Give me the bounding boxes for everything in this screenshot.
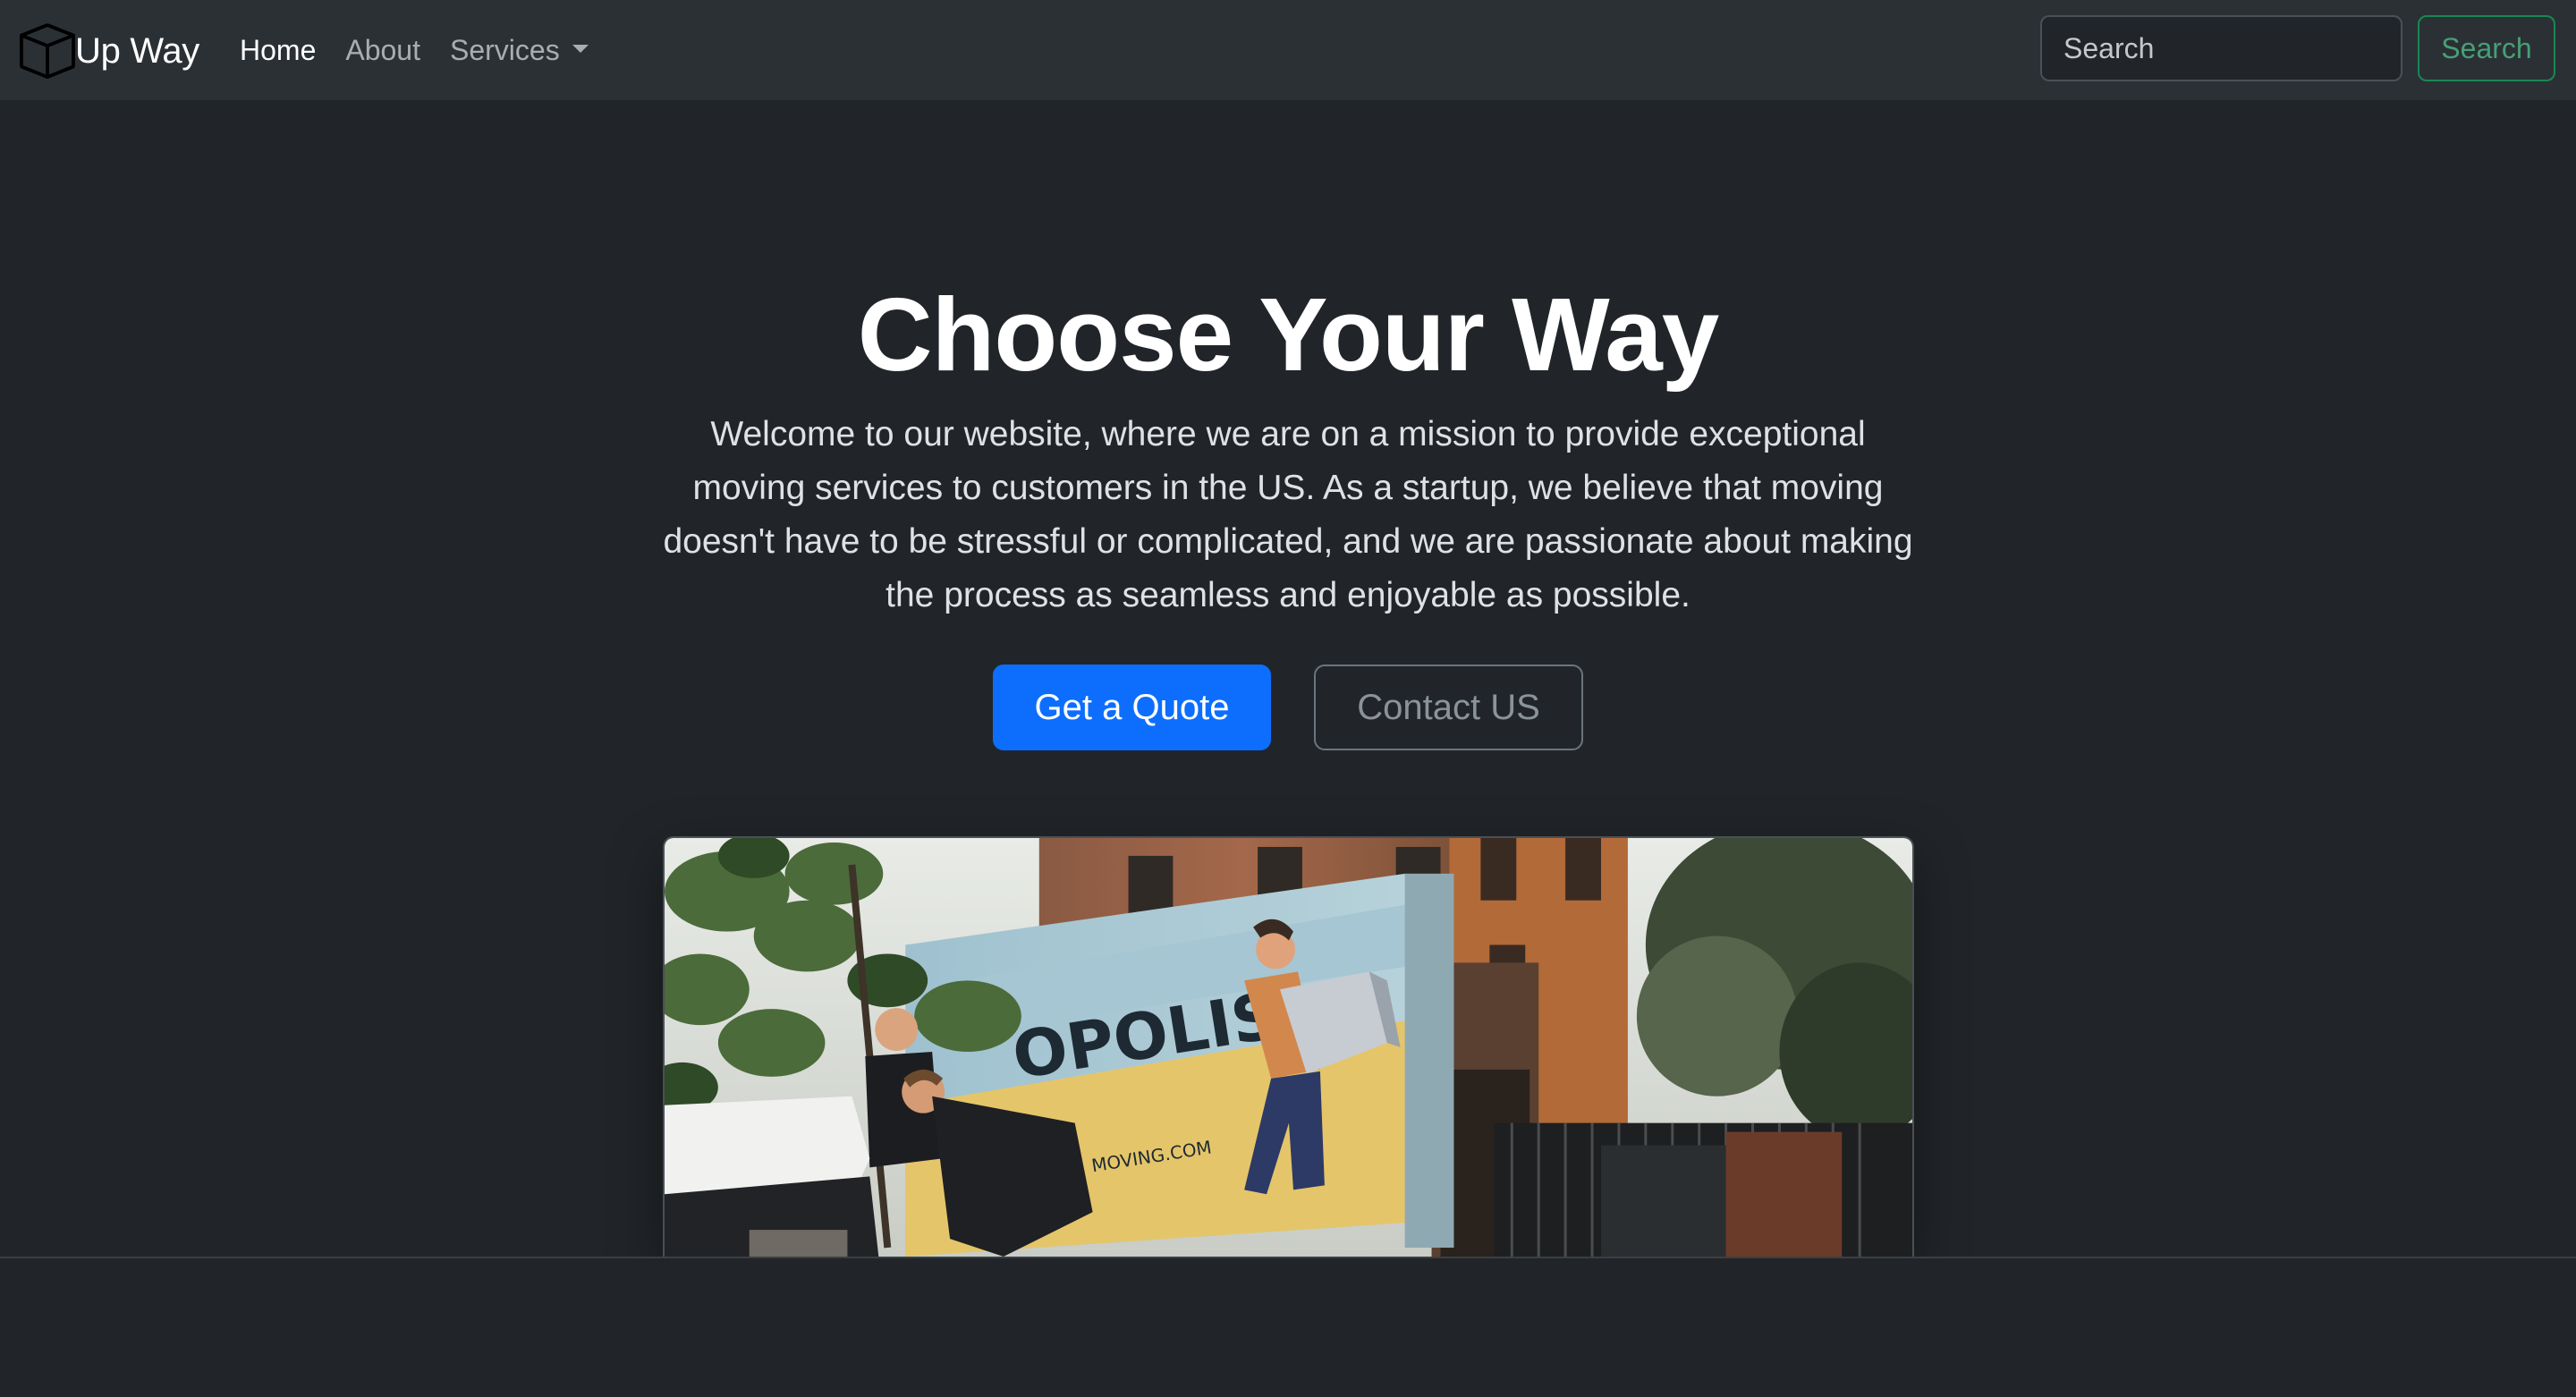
contact-us-button[interactable]: Contact US [1314,665,1583,750]
nav-links: Home About Services [240,27,618,73]
box-icon [20,23,75,79]
nav-services-dropdown[interactable]: Services [450,27,589,73]
search-input[interactable] [2040,15,2402,81]
hero-title: Choose Your Way [857,276,1720,393]
brand-name: Up Way [75,31,199,71]
nav-home-link[interactable]: Home [240,27,316,73]
brand-link[interactable]: Up Way [20,23,199,79]
page-bottom [0,1258,2576,1397]
moving-truck-illustration: OPOLIS MOVING.COM [665,838,1912,1257]
hero-lead: Welcome to our website, where we are on … [663,415,1913,614]
get-quote-button[interactable]: Get a Quote [993,665,1271,750]
search-button[interactable]: Search [2418,15,2555,81]
nav-services-label: Services [449,34,560,66]
nav-about-link[interactable]: About [345,27,420,73]
navbar: Up Way Home About Services Search [0,0,2576,100]
chevron-down-icon [572,45,589,54]
moving-truck-photo: OPOLIS MOVING.COM [663,836,1914,1257]
